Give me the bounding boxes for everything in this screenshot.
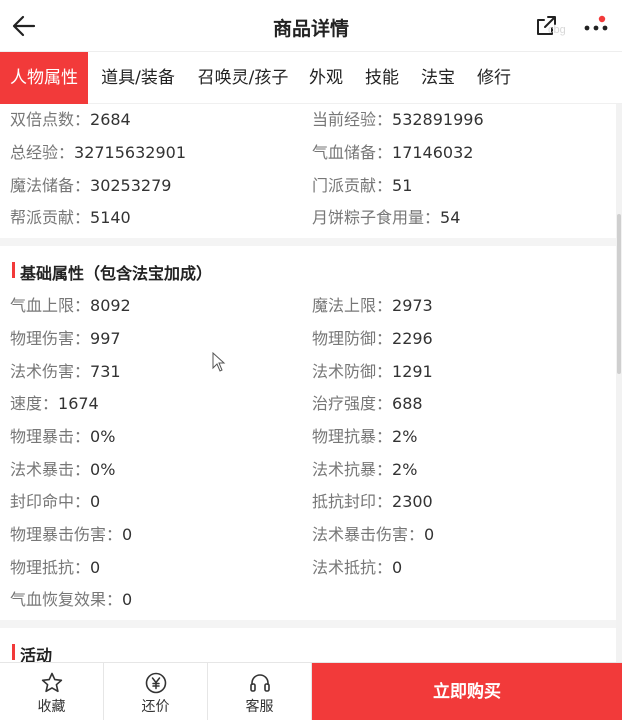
category-tabs: 人物属性 道具/装备 召唤灵/孩子 外观 技能 法宝 修行 <box>0 52 622 104</box>
scrollbar-thumb[interactable] <box>617 214 621 374</box>
scrollbar[interactable] <box>616 104 622 662</box>
favorite-button[interactable]: 收藏 <box>0 663 104 720</box>
tab-items-equipment[interactable]: 道具/装备 <box>88 52 188 104</box>
stat-row: 物理抗暴：2% <box>312 427 418 446</box>
stat-row: 法术暴击伤害：0 <box>312 525 435 544</box>
stat-row: 门派贡献：51 <box>312 176 413 195</box>
tab-appearance[interactable]: 外观 <box>298 52 354 104</box>
headset-icon <box>249 674 270 692</box>
favorite-label: 收藏 <box>37 699 66 715</box>
stat-row: 法术防御：1291 <box>312 362 433 381</box>
stat-row: 法术暴击：0% <box>10 460 116 479</box>
tab-treasure[interactable]: 法宝 <box>410 52 466 104</box>
tab-character[interactable]: 人物属性 <box>0 52 88 104</box>
stat-row: 封印命中：0 <box>10 492 101 511</box>
stat-row: 气血恢复效果：0 <box>10 590 133 609</box>
stat-row: 帮派贡献：5140 <box>10 208 131 227</box>
buy-now-button[interactable]: 立即购买 <box>312 663 622 720</box>
page-title: 商品详情 <box>272 18 349 40</box>
stat-row: 魔法储备：30253279 <box>10 176 172 195</box>
section-divider <box>0 238 622 246</box>
stat-row: 物理抵抗：0 <box>10 558 101 577</box>
stat-row: 法术抗暴：2% <box>312 460 418 479</box>
stat-row: 速度：1674 <box>10 394 99 413</box>
section-divider <box>0 620 622 628</box>
service-label: 客服 <box>245 699 274 715</box>
star-icon <box>41 672 62 693</box>
stat-row: 月饼粽子食用量：54 <box>312 208 461 227</box>
top-bar: 商品详情 cbg <box>0 0 622 52</box>
stat-row: 当前经验：532891996 <box>312 110 484 129</box>
bargain-button[interactable]: 还价 <box>104 663 208 720</box>
stat-row: 物理暴击伤害：0 <box>10 525 133 544</box>
tab-summons-children[interactable]: 召唤灵/孩子 <box>188 52 298 104</box>
stat-row: 法术抵抗：0 <box>312 558 403 577</box>
stat-row: 魔法上限：2973 <box>312 296 433 315</box>
watermark-text: cbg <box>548 24 566 36</box>
tab-cultivation[interactable]: 修行 <box>466 52 522 104</box>
more-dots-icon[interactable] <box>582 14 610 38</box>
stat-row: 物理防御：2296 <box>312 329 433 348</box>
customer-service-button[interactable]: 客服 <box>208 663 312 720</box>
stat-row: 双倍点数：2684 <box>10 110 131 129</box>
tab-skills[interactable]: 技能 <box>354 52 410 104</box>
section-title-activity: 活动 <box>12 642 52 662</box>
stat-row: 治疗强度：688 <box>312 394 423 413</box>
stat-row: 物理伤害：997 <box>10 329 121 348</box>
stat-row: 气血上限：8092 <box>10 296 131 315</box>
stat-row: 气血储备：17146032 <box>312 143 474 162</box>
yuan-coin-icon <box>145 672 166 694</box>
bargain-label: 还价 <box>141 699 170 715</box>
mouse-pointer-icon <box>212 352 226 372</box>
stat-row: 法术伤害：731 <box>10 362 121 381</box>
section-title-basic: 基础属性（包含法宝加成） <box>12 260 212 284</box>
detail-content[interactable]: 双倍点数：2684 当前经验：532891996 总经验：32715632901… <box>0 104 622 662</box>
stat-row: 抵抗封印：2300 <box>312 492 433 511</box>
bottom-action-bar: 收藏 还价 客服 立即购买 <box>0 662 622 720</box>
stat-row: 物理暴击：0% <box>10 427 116 446</box>
stat-row: 总经验：32715632901 <box>10 143 186 162</box>
